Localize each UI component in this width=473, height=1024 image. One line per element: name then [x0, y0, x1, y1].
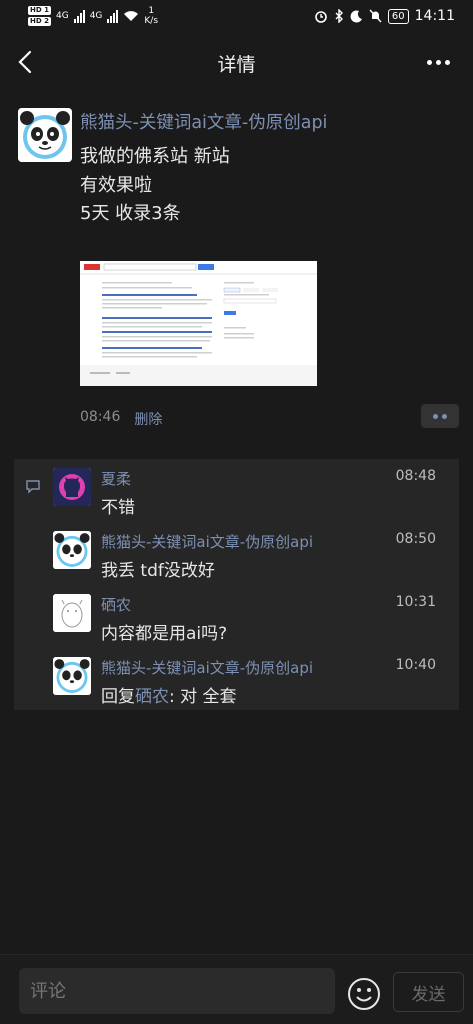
comment-row[interactable]: 硒农 10:31 内容都是用ai吗?: [14, 594, 459, 656]
post-line: 有效果啦: [80, 174, 152, 196]
clock: 14:11: [414, 8, 455, 24]
comment-time: 08:48: [395, 468, 436, 484]
reply-text: : 对 全套: [169, 687, 237, 707]
nav-bar: 详情: [0, 40, 473, 84]
network-speed: 1 K/s: [144, 6, 159, 26]
reply-to-name[interactable]: 硒农: [135, 687, 169, 707]
alarm-icon: [315, 11, 327, 23]
comment-text: 内容都是用ai吗?: [101, 624, 228, 644]
github-octocat-avatar[interactable]: [53, 468, 91, 506]
post-time: 08:46: [80, 409, 121, 425]
comment-section: 夏柔 08:48 不错 熊猫头-关键词ai文章-伪原创api 08:50 我丢 …: [14, 459, 459, 710]
comment-text: 我丢 tdf没改好: [101, 561, 215, 581]
reply-prefix: 回复: [101, 687, 135, 707]
sim-indicator: HD 1 HD 2: [28, 6, 51, 26]
comment-row[interactable]: 熊猫头-关键词ai文章-伪原创api 08:50 我丢 tdf没改好: [14, 531, 459, 593]
comment-text: 回复硒农: 对 全套: [101, 682, 237, 707]
page-title: 详情: [217, 54, 256, 76]
sketch-avatar[interactable]: [53, 594, 91, 632]
bluetooth-icon: [335, 9, 343, 23]
panda-avatar[interactable]: [53, 657, 91, 695]
delete-link[interactable]: 删除: [134, 409, 162, 429]
comment-time: 08:50: [395, 531, 436, 547]
wifi-icon: [124, 11, 139, 21]
more-dots-icon[interactable]: [427, 52, 455, 72]
comment-author[interactable]: 熊猫头-关键词ai文章-伪原创api: [101, 657, 313, 678]
signal-icon: [73, 9, 85, 23]
comment-time: 10:31: [395, 594, 436, 610]
smiley-icon[interactable]: [347, 977, 381, 1011]
panda-avatar[interactable]: [53, 531, 91, 569]
comment-author[interactable]: 熊猫头-关键词ai文章-伪原创api: [101, 531, 313, 552]
comment-row[interactable]: 熊猫头-关键词ai文章-伪原创api 10:40 回复硒农: 对 全套: [14, 657, 459, 719]
signal-icon: [107, 9, 119, 23]
post-line: 5天 收录3条: [80, 203, 181, 224]
post-image[interactable]: [80, 261, 317, 386]
comment-row[interactable]: 夏柔 08:48 不错: [14, 468, 459, 530]
post-line: 我做的佛系站 新站: [80, 146, 230, 167]
network-type-1: 4G: [55, 11, 69, 21]
post-author[interactable]: 熊猫头-关键词ai文章-伪原创api: [80, 109, 327, 134]
comment-text: 不错: [101, 498, 135, 518]
comment-like-menu-button[interactable]: [421, 404, 459, 428]
panda-avatar[interactable]: [18, 108, 72, 162]
moon-icon: [350, 9, 362, 22]
post-meta: 08:46 删除: [80, 409, 162, 429]
post-content: 我做的佛系站 新站 有效果啦 5天 收录3条: [80, 143, 230, 229]
status-bar: HD 1 HD 2 4G 4G 1 K/s 60 14:11: [0, 0, 473, 34]
network-type-2: 4G: [89, 11, 103, 21]
comment-author[interactable]: 夏柔: [101, 468, 131, 489]
comment-author[interactable]: 硒农: [101, 594, 131, 615]
comment-time: 10:40: [395, 657, 436, 673]
send-button[interactable]: 发送: [393, 972, 464, 1012]
battery-icon: 60: [387, 8, 409, 24]
comment-bar: 发送: [0, 954, 473, 1024]
mute-bell-icon: [369, 9, 382, 23]
comment-input[interactable]: [19, 968, 335, 1014]
